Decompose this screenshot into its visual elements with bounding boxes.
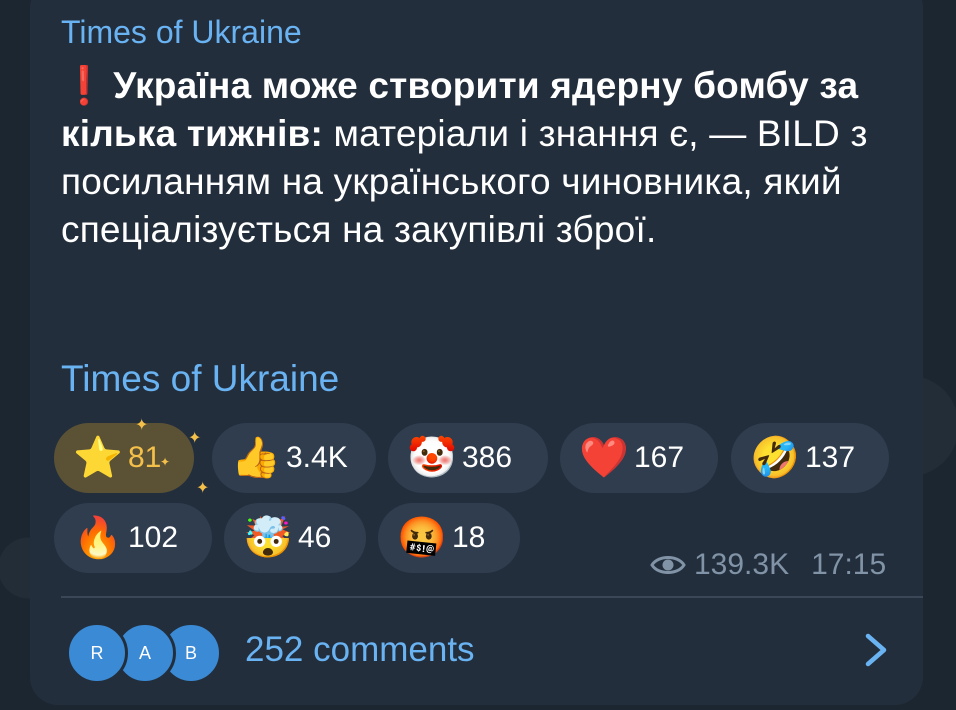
reaction-thumbs-up[interactable]: 👍 3.4K: [212, 423, 376, 493]
chevron-right-icon[interactable]: [858, 630, 894, 670]
cursing-icon: 🤬: [397, 516, 447, 560]
reaction-count: 18: [452, 521, 486, 554]
rofl-icon: 🤣: [750, 436, 800, 480]
reaction-cursing[interactable]: 🤬 18: [378, 503, 520, 573]
reaction-rofl[interactable]: 🤣 137: [731, 423, 889, 493]
heart-icon: ❤️: [579, 436, 629, 480]
reaction-count: 81: [128, 441, 162, 474]
clown-icon: 🤡: [407, 436, 457, 480]
channel-signature-link[interactable]: Times of Ukraine: [61, 358, 339, 400]
sparkle-icon: ✦: [188, 430, 202, 447]
eye-icon: [650, 556, 686, 574]
reaction-count: 102: [128, 521, 179, 554]
avatar: R: [66, 622, 128, 684]
message-meta: 139.3K 17:15: [650, 548, 886, 582]
message-time: 17:15: [811, 548, 887, 581]
mind-blown-icon: 🤯: [243, 516, 293, 560]
comments-divider: [61, 596, 923, 598]
exclamation-icon: ❗: [61, 65, 108, 106]
reaction-count: 167: [634, 441, 685, 474]
sparkle-icon: ✦: [196, 480, 210, 497]
fire-icon: 🔥: [73, 516, 123, 560]
reaction-fire[interactable]: 🔥 102: [54, 503, 212, 573]
post-text: ❗ Україна може створити ядерну бомбу за к…: [61, 62, 881, 254]
sparkle-icon: ✦: [160, 455, 171, 469]
comments-link[interactable]: 252 comments: [245, 630, 475, 670]
reaction-clown[interactable]: 🤡 386: [388, 423, 548, 493]
reaction-count: 46: [298, 521, 332, 554]
star-icon: ⭐: [73, 436, 123, 480]
view-count: 139.3K: [694, 548, 790, 581]
reaction-count: 137: [805, 441, 856, 474]
reaction-count: 386: [462, 441, 513, 474]
reaction-mind-blown[interactable]: 🤯 46: [224, 503, 366, 573]
reaction-star[interactable]: ⭐ 81: [54, 423, 194, 493]
reaction-heart[interactable]: ❤️ 167: [560, 423, 718, 493]
sparkle-icon: ✦: [135, 417, 149, 434]
thumbs-up-icon: 👍: [231, 436, 281, 480]
channel-name[interactable]: Times of Ukraine: [61, 14, 302, 51]
reaction-count: 3.4K: [286, 441, 348, 474]
